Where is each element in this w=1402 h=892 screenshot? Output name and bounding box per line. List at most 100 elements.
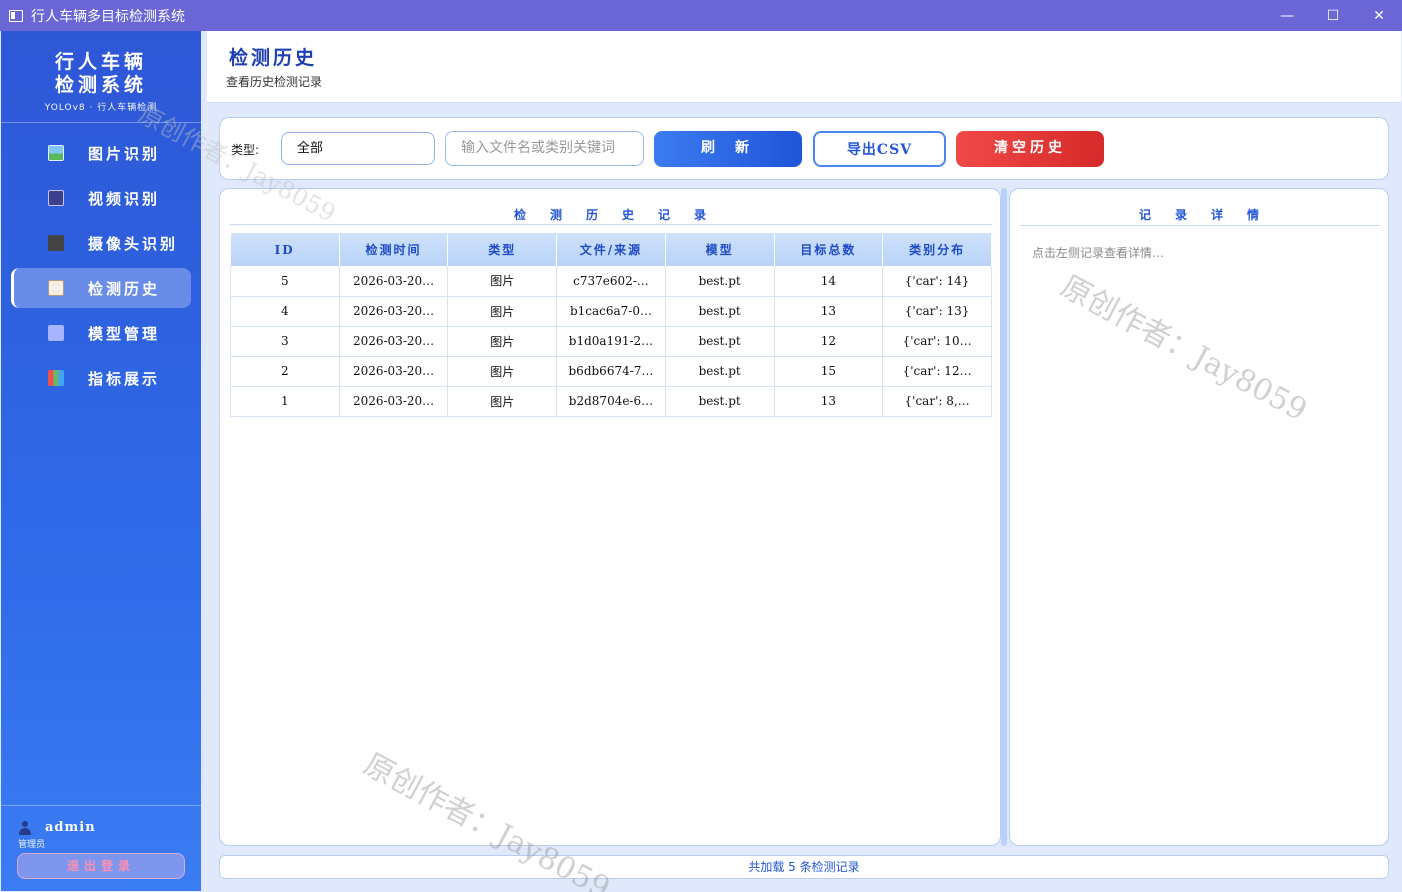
table-cell: 5 <box>230 266 340 297</box>
clear-history-button[interactable]: 清空历史 <box>956 131 1104 167</box>
refresh-button[interactable]: 刷新 <box>654 131 802 167</box>
sidebar-item-label: 模型管理 <box>88 324 161 343</box>
table-cell: 图片 <box>447 296 558 327</box>
table-cell: best.pt <box>665 386 775 417</box>
close-button[interactable]: ✕ <box>1356 0 1402 31</box>
search-input[interactable]: 输入文件名或类别关键词 <box>445 131 644 166</box>
maximize-button[interactable]: ☐ <box>1310 0 1356 31</box>
table-cell: 2026-03-20… <box>339 386 449 417</box>
table-cell: c737e602-… <box>556 266 666 297</box>
table-cell: 15 <box>774 356 884 387</box>
detail-panel-title: 记录详情 <box>1138 208 1283 222</box>
table-row[interactable]: 1 2026-03-20… 图片 b2d8704e-6… best.pt 13 … <box>230 386 992 417</box>
column-header-time[interactable]: 检测时间 <box>339 233 449 266</box>
table-cell: 图片 <box>447 326 558 357</box>
column-header-source[interactable]: 文件/来源 <box>556 233 666 266</box>
status-bar: 共加载 5 条检测记录 <box>219 855 1389 879</box>
gear-icon <box>48 325 64 341</box>
camera-icon <box>48 235 64 251</box>
history-icon <box>48 280 64 296</box>
type-filter-label: 类型: <box>231 143 260 157</box>
table-cell: 13 <box>774 386 884 417</box>
history-panel-title: 检测历史记录 <box>513 208 730 222</box>
table-header-row: ID 检测时间 类型 文件/来源 模型 目标总数 类别分布 <box>230 233 992 266</box>
table-cell: 2026-03-20… <box>339 266 449 297</box>
sidebar-subtitle: YOLOv8 · 行人车辆检测 <box>44 103 158 113</box>
minimize-button[interactable]: — <box>1264 0 1310 31</box>
table-row[interactable]: 5 2026-03-20… 图片 c737e602-… best.pt 14 {… <box>230 266 992 297</box>
history-table: ID 检测时间 类型 文件/来源 模型 目标总数 类别分布 5 2026-03-… <box>230 233 992 417</box>
column-header-model[interactable]: 模型 <box>665 233 775 266</box>
sidebar-footer: admin 管理员 退出登录 <box>1 805 201 891</box>
sidebar-item-label: 视频识别 <box>88 189 161 208</box>
table-cell: {'car': 14} <box>882 266 992 297</box>
table-cell: {'car': 13} <box>882 296 992 327</box>
table-cell: 2026-03-20… <box>339 356 449 387</box>
column-header-total[interactable]: 目标总数 <box>774 233 884 266</box>
table-cell: 2 <box>230 356 340 387</box>
sidebar-item-label: 指标展示 <box>88 369 161 388</box>
table-cell: 13 <box>774 296 884 327</box>
table-cell: 2026-03-20… <box>339 326 449 357</box>
table-cell: {'car': 10… <box>882 326 992 357</box>
detail-panel: 记录详情 点击左侧记录查看详情… <box>1009 188 1389 846</box>
table-cell: 14 <box>774 266 884 297</box>
table-cell: best.pt <box>665 326 775 357</box>
chart-icon <box>48 370 64 386</box>
window-titlebar: 行人车辆多目标检测系统 — ☐ ✕ <box>0 0 1402 31</box>
panel-splitter-handle[interactable] <box>1001 188 1007 846</box>
page-title: 检测历史 <box>229 47 318 69</box>
user-role: 管理员 <box>18 840 46 850</box>
sidebar-divider <box>1 122 201 123</box>
sidebar-item-video-recognition[interactable]: 视频识别 <box>11 178 191 218</box>
type-filter-select[interactable]: 全部 <box>281 132 435 165</box>
table-cell: b1cac6a7-0… <box>556 296 666 327</box>
logout-button[interactable]: 退出登录 <box>17 853 185 879</box>
table-cell: b2d8704e-6… <box>556 386 666 417</box>
sidebar-app-title: 行人车辆 检测系统 <box>1 51 201 97</box>
table-cell: 图片 <box>447 266 558 297</box>
video-icon <box>48 190 64 206</box>
history-panel: 检测历史记录 ID 检测时间 类型 文件/来源 模型 目标总数 类别分布 5 2… <box>219 188 1001 846</box>
app-window-icon <box>9 9 23 22</box>
sidebar-item-camera-recognition[interactable]: 摄像头识别 <box>11 223 191 263</box>
column-header-id[interactable]: ID <box>230 233 340 266</box>
user-icon <box>18 820 32 835</box>
filter-toolbar: 类型: 全部 输入文件名或类别关键词 刷新 导出CSV 清空历史 <box>219 117 1389 180</box>
export-csv-button[interactable]: 导出CSV <box>813 131 946 167</box>
table-cell: {'car': 12… <box>882 356 992 387</box>
table-cell: 2026-03-20… <box>339 296 449 327</box>
table-cell: 12 <box>774 326 884 357</box>
sidebar-item-label: 图片识别 <box>88 144 161 163</box>
page-header: 检测历史 查看历史检测记录 <box>207 31 1401 103</box>
sidebar-nav: 图片识别 视频识别 摄像头识别 检测历史 模型管理 指标展示 <box>1 133 201 398</box>
sidebar-item-image-recognition[interactable]: 图片识别 <box>11 133 191 173</box>
table-cell: best.pt <box>665 266 775 297</box>
sidebar: 行人车辆 检测系统 YOLOv8 · 行人车辆检测 图片识别 视频识别 摄像头识… <box>1 31 201 891</box>
table-cell: best.pt <box>665 356 775 387</box>
page-subtitle: 查看历史检测记录 <box>226 75 323 89</box>
column-header-distribution[interactable]: 类别分布 <box>882 233 992 266</box>
table-row[interactable]: 3 2026-03-20… 图片 b1d0a191-2… best.pt 12 … <box>230 326 992 357</box>
window-title: 行人车辆多目标检测系统 <box>31 8 185 25</box>
table-cell: best.pt <box>665 296 775 327</box>
sidebar-item-label: 检测历史 <box>88 279 161 298</box>
image-icon <box>48 145 64 161</box>
table-cell: 3 <box>230 326 340 357</box>
table-row[interactable]: 2 2026-03-20… 图片 b6db6674-7… best.pt 15 … <box>230 356 992 387</box>
sidebar-item-label: 摄像头识别 <box>88 234 179 253</box>
user-info: admin <box>18 820 201 835</box>
sidebar-item-history[interactable]: 检测历史 <box>11 268 191 308</box>
sidebar-item-model-management[interactable]: 模型管理 <box>11 313 191 353</box>
table-cell: b6db6674-7… <box>556 356 666 387</box>
detail-placeholder-text: 点击左侧记录查看详情… <box>1032 246 1165 260</box>
history-panel-divider <box>230 224 992 225</box>
table-cell: b1d0a191-2… <box>556 326 666 357</box>
sidebar-title-line1: 行人车辆 <box>54 51 147 73</box>
column-header-type[interactable]: 类型 <box>447 233 558 266</box>
user-name: admin <box>45 820 96 835</box>
detail-panel-divider <box>1020 225 1380 226</box>
table-row[interactable]: 4 2026-03-20… 图片 b1cac6a7-0… best.pt 13 … <box>230 296 992 327</box>
sidebar-item-metrics[interactable]: 指标展示 <box>11 358 191 398</box>
table-cell: 图片 <box>447 386 558 417</box>
